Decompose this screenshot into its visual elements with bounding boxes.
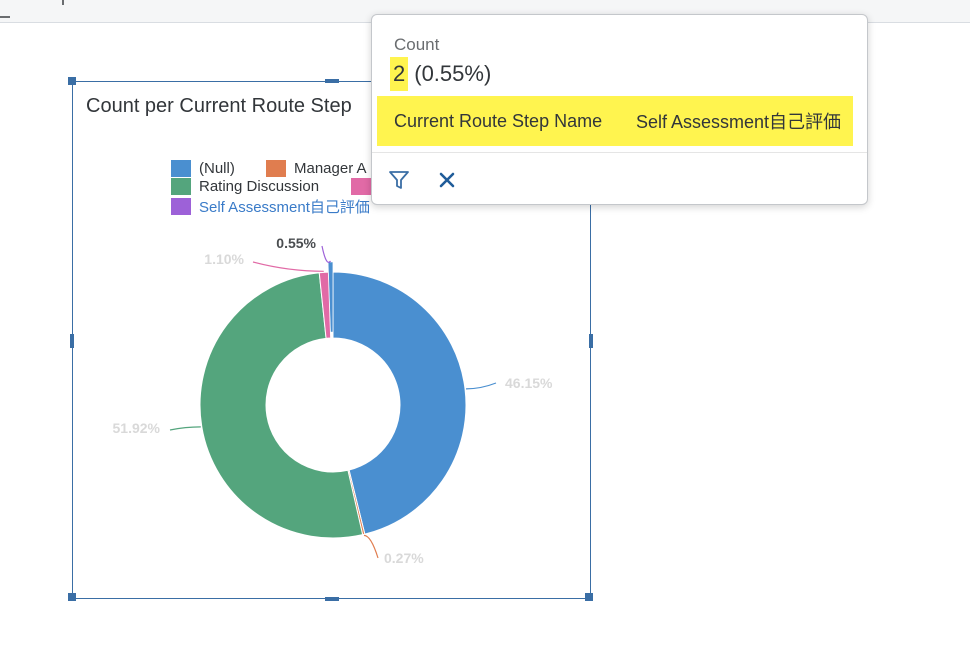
leader-line — [169, 426, 201, 431]
tooltip-dimension-row: Current Route Step Name Self Assessment自… — [377, 96, 853, 146]
tooltip-value: 2 (0.55%) — [390, 57, 491, 91]
filter-icon — [389, 171, 409, 189]
leader-line — [252, 261, 324, 272]
tooltip-measure-label: Count — [394, 35, 440, 54]
tooltip-dimension-name: Current Route Step Name — [394, 110, 603, 131]
tooltip-divider — [372, 152, 867, 153]
tooltip-value-percent: (0.55%) — [414, 61, 492, 86]
tooltip-dimension-member: Self Assessment自己評価 — [636, 112, 842, 132]
data-label: 46.15% — [505, 375, 553, 391]
leader-line — [363, 534, 379, 559]
data-label: 51.92% — [113, 420, 161, 436]
data-point-tooltip: Count 2 (0.55%) Current Route Step Name … — [371, 14, 868, 205]
filter-button[interactable] — [384, 165, 414, 195]
close-button[interactable] — [432, 165, 462, 195]
data-label: 0.27% — [384, 550, 424, 566]
data-label: 0.55% — [276, 235, 316, 251]
leader-line — [466, 382, 497, 390]
leader-line — [321, 245, 332, 263]
data-label: 1.10% — [204, 251, 244, 267]
tooltip-value-number: 2 — [390, 57, 409, 91]
close-icon — [439, 172, 455, 188]
